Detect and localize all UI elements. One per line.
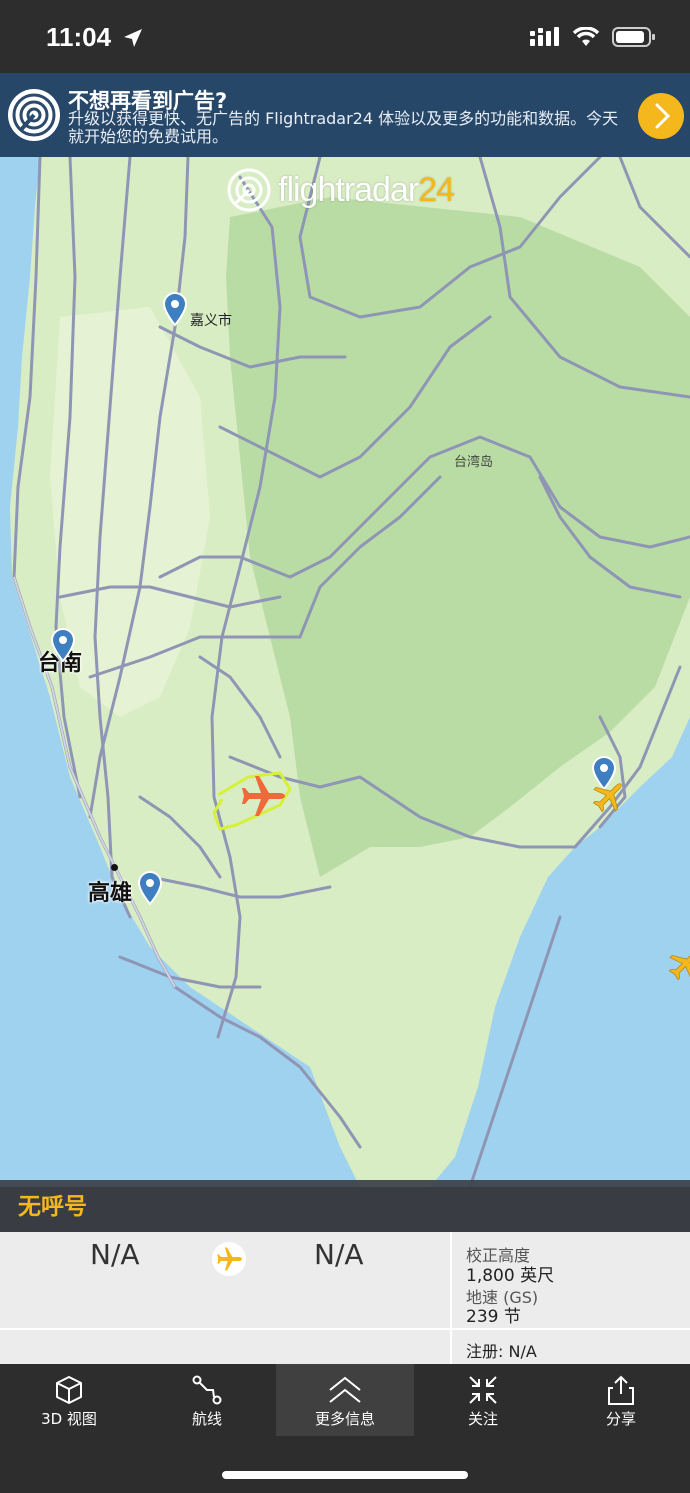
altitude-value: 1,800 英尺 [466,1266,555,1286]
flightradar-watermark: flightradar24 [226,167,455,213]
status-time: 11:04 [46,22,112,52]
location-arrow-icon [124,29,142,47]
airport-pin-icon[interactable] [137,871,163,905]
share-icon [608,1375,634,1405]
home-indicator[interactable] [222,1471,468,1479]
route-box: N/A N/A [0,1232,450,1328]
toolbar-share-button[interactable]: 分享 [552,1364,690,1436]
battery-icon [612,27,655,47]
map-view[interactable]: flightradar24 嘉义市 台湾岛 台南 高雄 [0,157,690,1187]
double-chevron-up-icon [329,1376,361,1403]
status-icons [530,26,656,48]
ad-upgrade-button[interactable] [638,93,684,139]
toolbar-label: 航线 [191,1410,222,1428]
route-plane-icon [212,1242,246,1276]
cube-icon [56,1376,82,1404]
map-label-chiayi: 嘉义市 [190,313,232,329]
callsign: 无呼号 [18,1194,87,1220]
radar-logo-icon [8,89,60,141]
divider [0,1328,690,1330]
radar-logo-icon [227,168,271,212]
city-dot [111,864,118,871]
map-label-taiwan-island: 台湾岛 [454,455,494,470]
toolbar-follow-button[interactable]: 关注 [414,1364,552,1436]
ad-banner[interactable]: 不想再看到广告? 升级以获得更快、无广告的 Flightradar24 体验以及… [0,73,690,157]
toolbar-3d-view-button[interactable]: 3D 视图 [0,1364,138,1436]
toolbar-route-button[interactable]: 航线 [138,1364,276,1436]
ground-speed-value: 239 节 [466,1307,521,1327]
airport-pin-icon[interactable] [162,292,188,326]
toolbar-label: 分享 [605,1410,636,1428]
map-label-kaohsiung: 高雄 [88,881,133,906]
toolbar-label: 更多信息 [314,1410,375,1428]
flight-info-panel: N/A N/A 校正高度 1,800 英尺 地速 (GS) 239 节 注册: … [0,1232,690,1364]
chevron-right-icon [655,103,671,129]
focus-arrows-icon [469,1376,497,1404]
selected-aircraft-icon[interactable] [238,771,288,821]
registration: 注册: N/A [466,1342,537,1361]
map-base [0,157,690,1187]
toolbar-label: 关注 [467,1410,498,1428]
ad-text: 升级以获得更快、无广告的 Flightradar24 体验以及更多的功能和数据。… [68,109,619,146]
aircraft-icon[interactable] [590,777,628,815]
bottom-toolbar: 3D 视图 航线 更多信息 关注 分享 [0,1364,690,1493]
airport-pin-icon[interactable] [50,628,76,662]
callsign-bar[interactable]: 无呼号 [0,1180,690,1232]
status-bar: 11:04 [0,0,690,73]
divider [450,1232,452,1364]
destination-airport: N/A [314,1238,364,1271]
cellular-signal-icon [530,27,559,46]
aircraft-icon[interactable] [666,945,690,983]
watermark-text: flightradar24 [278,170,455,209]
toolbar-label: 3D 视图 [41,1410,97,1428]
route-icon [192,1375,222,1405]
origin-airport: N/A [90,1238,140,1271]
toolbar-more-info-button[interactable]: 更多信息 [276,1364,414,1436]
wifi-icon [572,27,600,46]
